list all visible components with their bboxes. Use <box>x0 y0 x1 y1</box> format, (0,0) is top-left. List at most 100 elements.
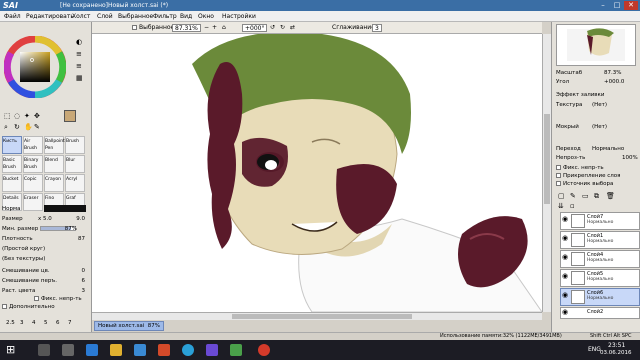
color-wheel[interactable] <box>4 36 66 98</box>
rotate-tool-icon[interactable]: ↻ <box>14 123 20 131</box>
size-multiplier[interactable]: x 5.0 <box>38 216 52 222</box>
brush-slot-blur[interactable]: Blur <box>65 155 85 173</box>
effect-select[interactable]: (Нет) <box>592 124 607 130</box>
brush-shape-preview[interactable] <box>44 205 86 212</box>
minimize-button[interactable]: – <box>596 1 610 10</box>
menu-edit[interactable]: Редактировать <box>26 13 74 20</box>
swatches-icon[interactable]: ▦ <box>76 74 83 82</box>
brush-slot-eraser[interactable]: Eraser <box>23 193 43 211</box>
media-player-icon[interactable] <box>158 344 170 356</box>
brush-slot-airbrush[interactable]: Air Brush <box>23 136 43 154</box>
texture-select[interactable]: (Нет) <box>592 102 607 108</box>
merge-layer-icon[interactable]: ⇊ <box>558 202 564 210</box>
maximize-button[interactable]: □ <box>610 1 624 10</box>
brush-shape-select[interactable]: (Простой круг) <box>2 246 45 252</box>
hand-tool-icon[interactable]: ✋ <box>24 123 33 131</box>
layer-row-selected[interactable]: ◉ Слой6 Нормально <box>560 288 640 306</box>
visibility-eye-icon[interactable]: ◉ <box>562 215 568 223</box>
clipping-checkbox[interactable]: Прикрепление слоя <box>556 173 620 179</box>
preserve-opacity-layer-checkbox[interactable]: Фикс. непр-ть <box>556 165 604 171</box>
file-explorer-icon[interactable] <box>110 344 122 356</box>
nav-angle-value[interactable]: +000.0 <box>604 79 624 85</box>
dilution-value[interactable]: 6 <box>82 278 86 284</box>
flip-icon[interactable]: ⇄ <box>290 24 295 32</box>
opacity-value[interactable]: 100% <box>622 155 638 161</box>
skype-icon[interactable] <box>182 344 194 356</box>
brush-slot-binary[interactable]: Binary Brush <box>23 155 43 173</box>
menu-selection[interactable]: Выбранное <box>118 13 153 20</box>
brush-slot-blend[interactable]: Blend <box>44 155 64 173</box>
menu-canvas[interactable]: Холст <box>72 13 90 20</box>
drawing-canvas[interactable] <box>92 34 542 312</box>
density-value[interactable]: 87 <box>78 236 85 242</box>
size-preset[interactable]: 5 <box>44 320 48 326</box>
document-tab[interactable]: Новый холст.sai 87% <box>94 321 164 331</box>
size-preset[interactable]: 4 <box>32 320 36 326</box>
app-icon[interactable] <box>230 344 242 356</box>
visibility-eye-icon[interactable]: ◉ <box>562 272 568 280</box>
color-wheel-mode-icon[interactable]: ◐ <box>76 38 82 46</box>
brush-slot-copic[interactable]: Copic <box>23 174 43 192</box>
brush-slot-ballpoint[interactable]: Ballpoint Pen <box>44 136 65 154</box>
vertical-scrollbar[interactable] <box>542 34 551 312</box>
edge-browser-icon[interactable] <box>86 344 98 356</box>
windows-start-icon[interactable]: ⊞ <box>6 343 15 356</box>
menu-file[interactable]: Файл <box>4 13 21 20</box>
advanced-settings-toggle[interactable]: Дополнительно <box>2 304 55 310</box>
brush-slot-acryl[interactable]: Acryl <box>65 174 85 192</box>
selection-source-checkbox[interactable]: Источник выбора <box>556 181 613 187</box>
brush-slot-crayon[interactable]: Crayon <box>44 174 64 192</box>
task-view-icon[interactable] <box>62 344 74 356</box>
horizontal-scrollbar[interactable] <box>92 312 542 320</box>
new-vector-layer-icon[interactable]: ✎ <box>570 192 576 200</box>
rgb-slider-icon[interactable]: ≡ <box>76 50 82 58</box>
input-language[interactable]: ENG <box>588 346 601 353</box>
zoom-out-icon[interactable]: − <box>204 24 209 32</box>
rotate-left-icon[interactable]: ↺ <box>270 24 275 32</box>
visibility-eye-icon[interactable]: ◉ <box>562 234 568 242</box>
lasso-tool-icon[interactable]: ◌ <box>14 112 20 120</box>
visibility-eye-icon[interactable]: ◉ <box>562 308 568 316</box>
visibility-eye-icon[interactable]: ◉ <box>562 291 568 299</box>
size-preset[interactable]: 3 <box>20 320 24 326</box>
size-preset[interactable]: 7 <box>68 320 72 326</box>
hsv-slider-icon[interactable]: ≡ <box>76 62 82 70</box>
rotate-right-icon[interactable]: ↻ <box>280 24 285 32</box>
size-value[interactable]: 9.0 <box>76 216 85 222</box>
menu-layer[interactable]: Слой <box>97 13 113 20</box>
selection-checkbox[interactable]: Выбранное <box>132 24 174 32</box>
blending-select[interactable]: Нормально <box>592 146 624 152</box>
eyedropper-icon[interactable]: ✎ <box>34 123 40 131</box>
nav-zoom-value[interactable]: 87.3% <box>604 70 621 76</box>
layer-row[interactable]: ◉ Слой7 Нормально <box>560 212 640 230</box>
zoom-field[interactable]: 87.31% <box>172 24 201 32</box>
delete-layer-icon[interactable]: 🗑 <box>606 192 615 200</box>
clear-layer-icon[interactable]: ▫ <box>570 202 575 210</box>
zoom-tool-icon[interactable]: ⌕ <box>4 123 8 132</box>
rotation-field[interactable]: +000° <box>242 24 268 32</box>
size-preset[interactable]: 2.5 <box>6 320 15 326</box>
layer-row[interactable]: ◉ Слой4 Нормально <box>560 250 640 268</box>
visibility-eye-icon[interactable]: ◉ <box>562 253 568 261</box>
zoom-in-icon[interactable]: + <box>212 24 217 32</box>
clock-date[interactable]: 03.06.2016 <box>600 350 632 356</box>
menu-filter[interactable]: Фильтр <box>153 13 177 20</box>
smoothing-field[interactable]: 3 <box>372 24 382 32</box>
size-preset[interactable]: 6 <box>56 320 60 326</box>
move-tool-icon[interactable]: ✥ <box>34 112 40 120</box>
layer-row[interactable]: ◉ Слой1 Нормально <box>560 231 640 249</box>
menu-window[interactable]: Окно <box>198 13 214 20</box>
primary-color-swatch[interactable] <box>64 110 76 122</box>
menu-view[interactable]: Вид <box>180 13 192 20</box>
app-icon[interactable] <box>206 344 218 356</box>
brush-slot-bucket[interactable]: Bucket <box>2 174 22 192</box>
new-folder-icon[interactable]: ▭ <box>582 192 589 200</box>
preserve-opacity-checkbox[interactable]: Фикс. непр-ть <box>34 296 82 302</box>
layer-row[interactable]: ◉ Слой5 Нормально <box>560 269 640 287</box>
search-icon[interactable] <box>38 344 50 356</box>
close-button[interactable]: ✕ <box>624 1 638 10</box>
select-tool-icon[interactable]: ⬚ <box>4 112 11 120</box>
brush-texture-select[interactable]: (Без текстуры) <box>2 256 45 262</box>
record-icon[interactable] <box>258 344 270 356</box>
brush-slot-pen[interactable]: Кисть <box>2 136 22 154</box>
